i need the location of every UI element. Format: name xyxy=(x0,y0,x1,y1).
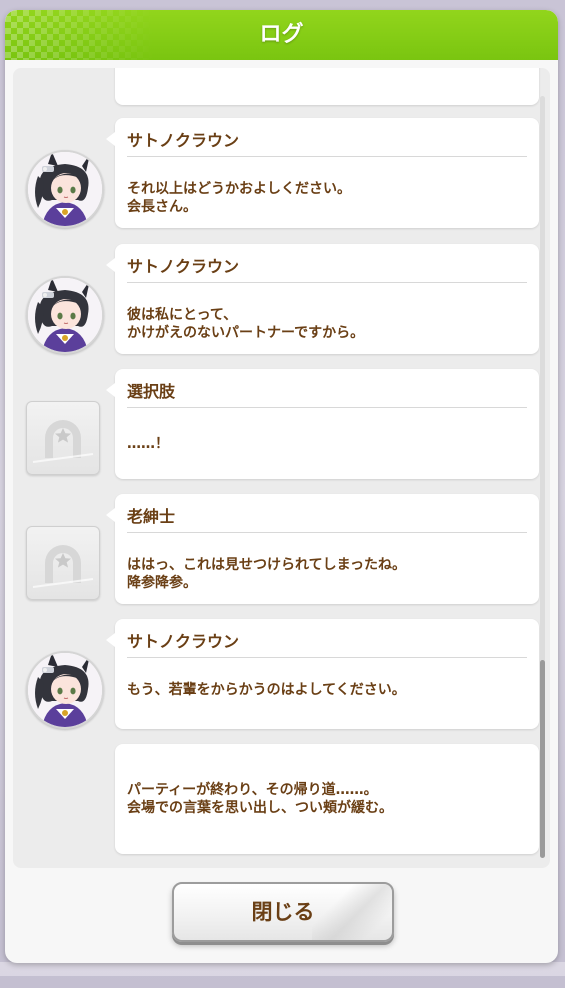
satono-crown-avatar xyxy=(26,276,104,354)
log-entry: サトノクラウン もう、若輩をからかうのはよしてください。 xyxy=(13,619,550,731)
message-text: それ以上はどうかおよしください。 会長さん。 xyxy=(127,181,351,215)
satono-crown-avatar xyxy=(26,150,104,228)
satono-crown-avatar xyxy=(26,651,104,729)
message-text: パーティーが終わり、その帰り道……。 会場での言葉を思い出し、つい頬が緩む。 xyxy=(127,782,393,816)
speaker-name: 老紳士 xyxy=(127,507,176,526)
log-entry: 選択肢 ……！ xyxy=(13,369,550,481)
message-bubble: 選択肢 ……！ xyxy=(106,369,539,479)
close-button-label: 閉じる xyxy=(251,900,315,924)
speaker-name: 選択肢 xyxy=(127,382,176,401)
speaker-name: サトノクラウン xyxy=(127,257,240,276)
message-bubble: サトノクラウン それ以上はどうかおよしください。 会長さん。 xyxy=(106,118,539,228)
narration-bubble: パーティーが終わり、その帰り道……。 会場での言葉を思い出し、つい頬が緩む。 xyxy=(115,744,539,854)
log-entry: サトノクラウン それ以上はどうかおよしください。 会長さん。 xyxy=(13,118,550,230)
message-bubble: サトノクラウン 彼は私にとって、 かけがえのないパートナーですから。 xyxy=(106,244,539,354)
close-button[interactable]: 閉じる xyxy=(172,882,394,942)
speaker-name: サトノクラウン xyxy=(127,632,240,651)
message-text: 彼は私にとって、 かけがえのないパートナーですから。 xyxy=(127,307,365,341)
dialog-header: ログ xyxy=(5,10,558,60)
log-entry: サトノクラウン 彼は私にとって、 かけがえのないパートナーですから。 xyxy=(13,244,550,356)
divider xyxy=(127,407,527,408)
log-entry: パーティーが終わり、その帰り道……。 会場での言葉を思い出し、つい頬が緩む。 xyxy=(13,744,550,856)
log-list[interactable]: サトノクラウン それ以上はどうかおよしください。 会長さん。 サトノクラウン 彼… xyxy=(13,68,550,868)
log-entry: 老紳士 ははっ、これは見せつけられてしまったね。 降参降参。 xyxy=(13,494,550,606)
divider xyxy=(127,282,527,283)
message-bubble: サトノクラウン もう、若輩をからかうのはよしてください。 xyxy=(106,619,539,729)
scrollbar-thumb[interactable] xyxy=(540,660,545,858)
message-text: ははっ、これは見せつけられてしまったね。 降参降参。 xyxy=(127,557,407,591)
dialog-title: ログ xyxy=(259,22,304,47)
log-dialog: ログ サトノクラウン それ以上はどうかおよしください。 会長さん。 サトノクラウ… xyxy=(5,10,558,963)
divider xyxy=(127,532,527,533)
message-bubble xyxy=(115,68,539,105)
horseshoe-placeholder-icon xyxy=(26,401,100,475)
speaker-name: サトノクラウン xyxy=(127,131,240,150)
divider xyxy=(127,657,527,658)
message-text: もう、若輩をからかうのはよしてください。 xyxy=(127,682,406,698)
footer: 閉じる xyxy=(5,882,558,942)
message-text: ……！ xyxy=(127,436,169,452)
horseshoe-placeholder-icon xyxy=(26,526,100,600)
divider xyxy=(127,156,527,157)
background-strip xyxy=(0,962,565,976)
message-bubble: 老紳士 ははっ、これは見せつけられてしまったね。 降参降参。 xyxy=(106,494,539,604)
